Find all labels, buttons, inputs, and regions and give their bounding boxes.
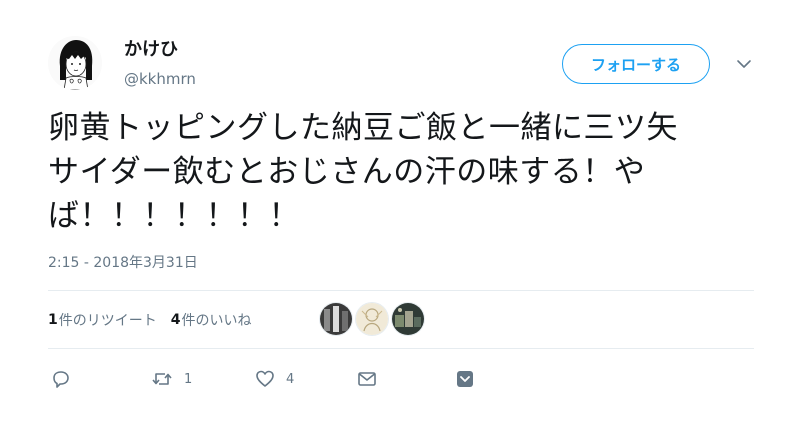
- tweet-text-line: ば！！！！！！！: [48, 198, 300, 234]
- chevron-down-icon[interactable]: [734, 54, 754, 74]
- tweet-text-line: サイダー飲むとおじさんの汗の味する！や: [48, 154, 646, 190]
- avatar-illustration: [48, 36, 102, 90]
- retweet-button[interactable]: 1: [150, 368, 192, 390]
- retweet-count-link[interactable]: 1 件のリツイート: [48, 310, 157, 330]
- retweet-icon: [152, 373, 172, 385]
- chevron-down-icon: [457, 371, 473, 387]
- tweet-card: かけひ @kkhmrn フォローする 卵黄トッピングした納豆ご飯と一緒に三ツ矢 …: [0, 0, 800, 426]
- heart-icon: [256, 370, 274, 387]
- envelope-icon: [358, 372, 376, 386]
- engagement-stats: 1 件のリツイート 4 件のいいね: [48, 310, 266, 330]
- retweet-count-label: 件のリツイート: [58, 313, 157, 329]
- follow-button[interactable]: フォローする: [562, 44, 710, 84]
- tweet-text-line: 卵黄トッピングした納豆ご飯と一緒に三ツ矢: [48, 110, 678, 146]
- direct-message-button[interactable]: [356, 368, 378, 390]
- retweet-action-count: 1: [184, 371, 193, 387]
- retweet-count: 1: [48, 312, 58, 328]
- reply-button[interactable]: [50, 368, 72, 390]
- display-name[interactable]: かけひ: [124, 38, 178, 62]
- like-button[interactable]: 4: [254, 368, 294, 390]
- like-count: 4: [170, 312, 181, 328]
- liker-avatars: [320, 303, 428, 335]
- reply-icon: [53, 371, 69, 388]
- divider: [48, 348, 754, 349]
- tweet-text: 卵黄トッピングした納豆ご飯と一緒に三ツ矢 サイダー飲むとおじさんの汗の味する！や…: [48, 106, 748, 238]
- liker-avatar[interactable]: [356, 303, 388, 335]
- timestamp[interactable]: 2:15 - 2018年3月31日: [48, 252, 198, 272]
- more-options-button[interactable]: [454, 368, 476, 390]
- username[interactable]: @kkhmrn: [124, 70, 196, 88]
- like-count-label: 件のいいね: [181, 313, 252, 329]
- liker-avatar[interactable]: [320, 303, 352, 335]
- avatar[interactable]: [48, 36, 102, 90]
- divider: [48, 290, 754, 291]
- liker-avatar[interactable]: [392, 303, 424, 335]
- like-action-count: 4: [286, 371, 295, 387]
- like-count-link[interactable]: 4 件のいいね: [171, 310, 252, 330]
